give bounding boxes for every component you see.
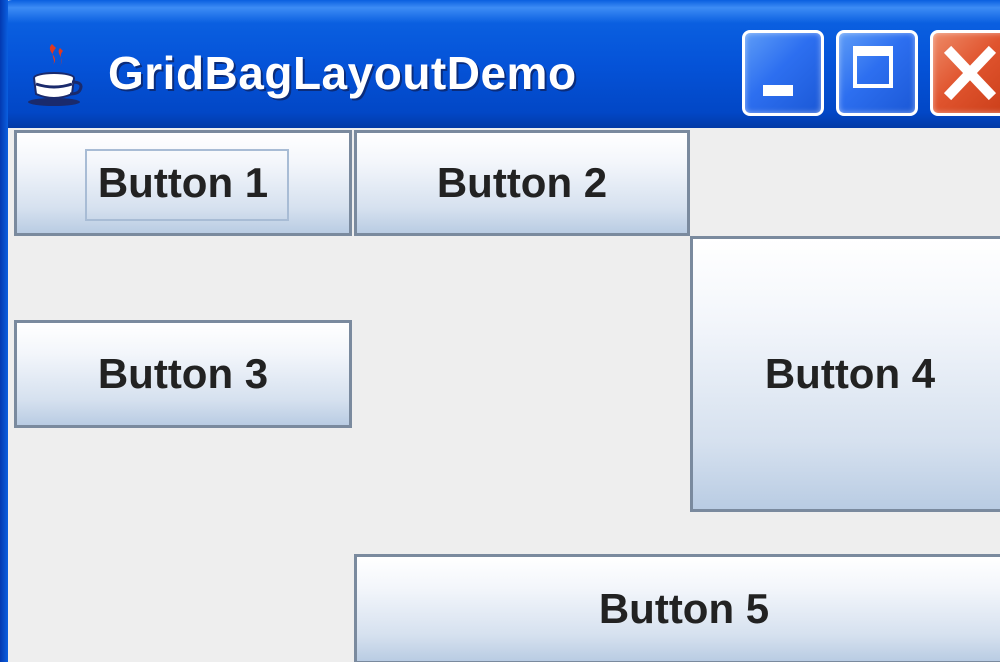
button-2[interactable]: Button 2 (354, 130, 690, 236)
close-icon (943, 45, 997, 101)
button-2-label: Button 2 (436, 159, 608, 206)
button-4-label: Button 4 (764, 350, 936, 397)
minimize-icon (763, 85, 793, 96)
button-3-label: Button 3 (97, 350, 269, 397)
button-1-label: Button 1 (97, 159, 269, 206)
title-bar[interactable]: GridBagLayoutDemo (0, 0, 1000, 128)
maximize-icon (853, 46, 893, 88)
app-window: GridBagLayoutDemo Button 1 Button 2 Butt… (0, 0, 1000, 662)
content-pane: Button 1 Button 2 Button 3 Button 4 Butt… (0, 128, 1000, 662)
minimize-button[interactable] (742, 30, 824, 116)
maximize-button[interactable] (836, 30, 918, 116)
button-3[interactable]: Button 3 (14, 320, 352, 428)
button-5[interactable]: Button 5 (354, 554, 1000, 662)
button-1[interactable]: Button 1 (14, 130, 352, 236)
close-button[interactable] (930, 30, 1000, 116)
button-5-label: Button 5 (598, 585, 770, 632)
window-title: GridBagLayoutDemo (108, 47, 577, 99)
button-4[interactable]: Button 4 (690, 236, 1000, 512)
java-coffee-cup-icon (28, 44, 83, 106)
